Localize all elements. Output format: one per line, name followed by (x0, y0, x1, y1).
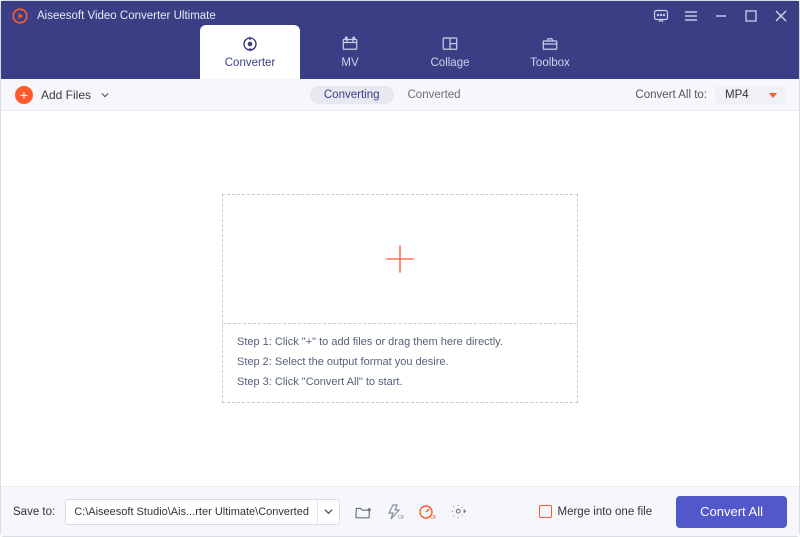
segment-converted[interactable]: Converted (394, 86, 475, 104)
step-text: Step 2: Select the output format you des… (237, 356, 563, 368)
add-plus-icon (383, 242, 417, 276)
main-area: Step 1: Click "+" to add files or drag t… (1, 111, 799, 486)
add-files-button[interactable]: + Add Files (15, 86, 109, 104)
convert-all-button[interactable]: Convert All (676, 496, 787, 528)
chevron-down-icon (101, 91, 109, 99)
tab-toolbox[interactable]: Toolbox (500, 25, 600, 79)
save-path-value: C:\Aiseesoft Studio\Ais...rter Ultimate\… (66, 506, 317, 518)
svg-text:ON: ON (430, 515, 436, 520)
merge-checkbox[interactable]: Merge into one file (539, 505, 653, 518)
menu-icon[interactable] (683, 8, 699, 24)
tab-label: Toolbox (530, 57, 570, 69)
maximize-icon[interactable] (743, 8, 759, 24)
tab-collage[interactable]: Collage (400, 25, 500, 79)
add-files-label: Add Files (41, 88, 91, 102)
instruction-steps: Step 1: Click "+" to add files or drag t… (223, 324, 577, 402)
header: Aiseesoft Video Converter Ultimate (1, 1, 799, 79)
plus-icon: + (15, 86, 33, 104)
feedback-icon[interactable] (653, 8, 669, 24)
settings-icon[interactable] (446, 500, 472, 524)
save-path-field[interactable]: C:\Aiseesoft Studio\Ais...rter Ultimate\… (65, 499, 340, 525)
open-folder-icon[interactable] (350, 500, 376, 524)
status-segment: Converting Converted (310, 86, 475, 104)
format-select[interactable]: MP4 (715, 86, 785, 104)
chevron-down-icon[interactable] (317, 500, 339, 524)
segment-converting[interactable]: Converting (310, 86, 394, 104)
convert-all-to-label: Convert All to: (635, 89, 707, 101)
tab-converter[interactable]: Converter (200, 25, 300, 79)
footer-actions: OFF ON (350, 500, 472, 524)
step-text: Step 1: Click "+" to add files or drag t… (237, 336, 563, 348)
toolbar: + Add Files Converting Converted Convert… (1, 79, 799, 111)
high-speed-on-icon[interactable]: ON (414, 500, 440, 524)
step-text: Step 3: Click "Convert All" to start. (237, 376, 563, 388)
tab-label: Converter (225, 57, 276, 69)
tab-label: Collage (431, 57, 470, 69)
app-title: Aiseesoft Video Converter Ultimate (37, 10, 216, 22)
tab-mv[interactable]: MV (300, 25, 400, 79)
app-window: Aiseesoft Video Converter Ultimate (0, 0, 800, 537)
merge-label: Merge into one file (558, 506, 653, 518)
close-icon[interactable] (773, 8, 789, 24)
tab-label: MV (341, 57, 358, 69)
drop-zone-target[interactable] (223, 195, 577, 323)
minimize-icon[interactable] (713, 8, 729, 24)
convert-all-to: Convert All to: MP4 (635, 86, 785, 104)
format-value: MP4 (725, 89, 749, 101)
checkbox-box (539, 505, 552, 518)
app-logo-icon (11, 7, 29, 25)
main-tabs: Converter MV Collage Toolbox (1, 25, 799, 79)
window-controls (653, 8, 789, 24)
svg-text:OFF: OFF (398, 515, 404, 520)
save-to-label: Save to: (13, 506, 55, 518)
footer: Save to: C:\Aiseesoft Studio\Ais...rter … (1, 486, 799, 536)
drop-zone[interactable]: Step 1: Click "+" to add files or drag t… (222, 194, 578, 403)
hw-accel-off-icon[interactable]: OFF (382, 500, 408, 524)
